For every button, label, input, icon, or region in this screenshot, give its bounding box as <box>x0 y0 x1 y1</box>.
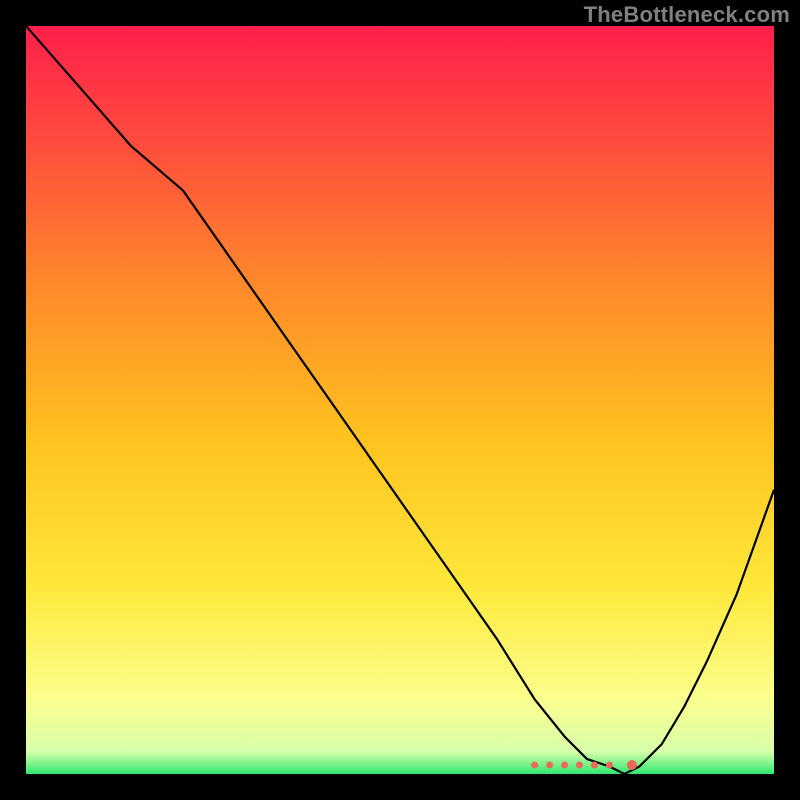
marker-dot <box>627 760 637 770</box>
chart-frame: TheBottleneck.com <box>0 0 800 800</box>
marker-dot <box>546 762 553 769</box>
marker-dot <box>561 762 568 769</box>
watermark-text: TheBottleneck.com <box>584 2 790 28</box>
marker-dot <box>531 762 538 769</box>
marker-dot <box>591 762 598 769</box>
gradient-background <box>26 26 774 774</box>
plot-area <box>26 26 774 774</box>
chart-svg <box>26 26 774 774</box>
marker-dot <box>606 762 613 769</box>
marker-dot <box>576 762 583 769</box>
